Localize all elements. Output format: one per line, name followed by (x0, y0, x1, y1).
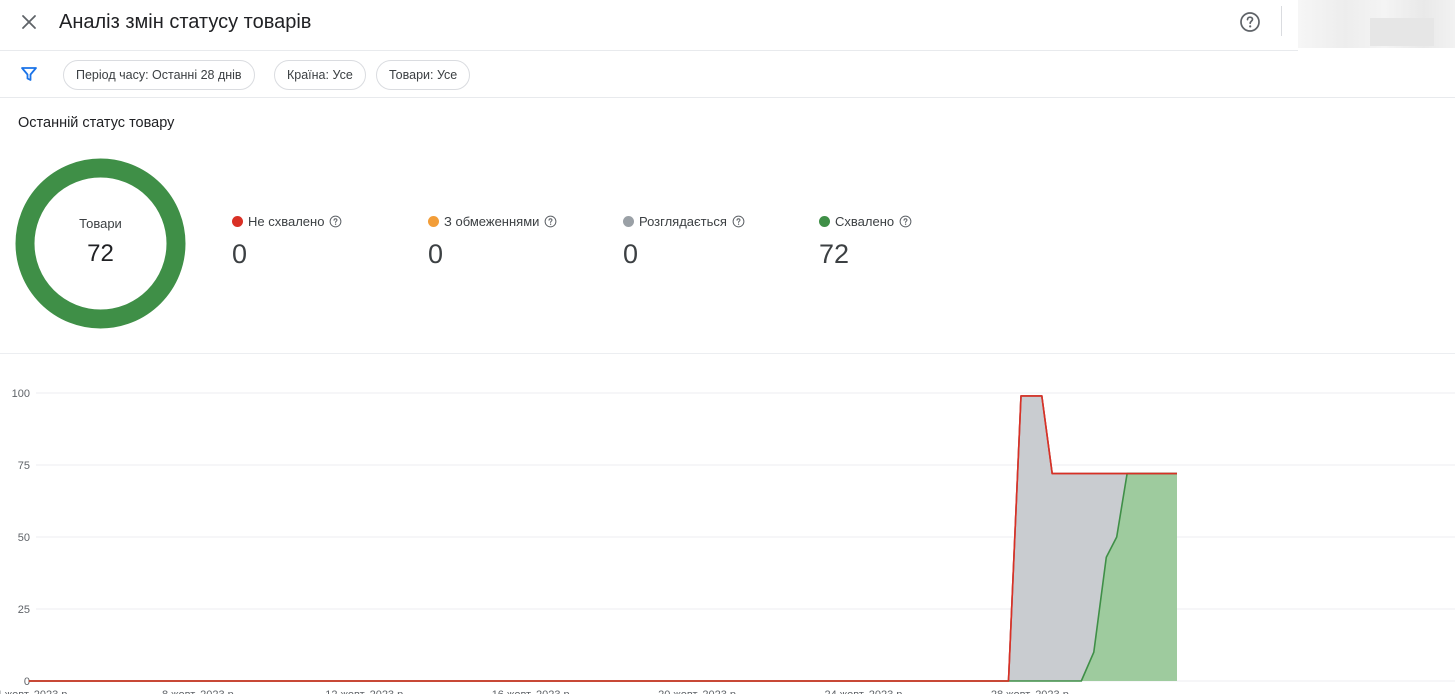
stat-pending: Розглядається 0 (623, 212, 745, 270)
y-tick-label: 100 (12, 388, 30, 400)
x-tick-label: 20 жовт. 2023 р. (658, 689, 739, 694)
help-circle-icon[interactable] (732, 215, 745, 228)
chip-time-period[interactable]: Період часу: Останні 28 днів (63, 60, 255, 90)
series-line-0 (28, 395, 1177, 682)
x-tick-label: 28 жовт. 2023 р. (991, 689, 1072, 694)
account-area-blurred-block (1370, 18, 1434, 46)
series-area-2 (28, 473, 1177, 681)
chip-products[interactable]: Товари: Усе (376, 60, 471, 90)
filter-bar: Період часу: Останні 28 днів Країна: Усе… (0, 51, 1455, 97)
status-history-chart: 0 25 50 75 100 4 жовт. 2023 р. 8 жовт. 2023 р.… (0, 388, 1455, 694)
stat-label: Розглядається (639, 213, 727, 229)
series-line-2 (28, 472, 1177, 682)
chip-country[interactable]: Країна: Усе (274, 60, 366, 90)
donut-value: 72 (87, 240, 114, 267)
header: Аналіз змін статусу товарів (0, 0, 1300, 46)
page-title: Аналіз змін статусу товарів (59, 11, 312, 33)
help-circle-icon[interactable] (899, 215, 912, 228)
stat-label: Схвалено (835, 213, 895, 229)
stat-limited: З обмеженнями 0 (428, 212, 557, 270)
stat-label: З обмеженнями (444, 213, 540, 229)
x-tick-label: 8 жовт. 2023 р. (162, 689, 237, 694)
stat-value: 0 (232, 239, 248, 269)
help-circle-icon[interactable] (329, 215, 342, 228)
stat-disapproved: Не схвалено 0 (232, 212, 342, 270)
status-dot-gray (623, 215, 634, 227)
x-tick-label: 12 жовт. 2023 р. (325, 689, 406, 694)
stat-approved: Схвалено 72 (819, 212, 912, 270)
filter-divider-line (0, 97, 1455, 98)
stat-label: Не схвалено (248, 213, 325, 229)
y-tick-label: 75 (18, 460, 30, 472)
donut-label: Товари (79, 216, 122, 231)
header-divider (1281, 6, 1282, 36)
x-tick-label: 4 жовт. 2023 р. (0, 689, 70, 694)
x-tick-label: 24 жовт. 2023 р. (824, 689, 905, 694)
series-line-top (28, 395, 1177, 682)
stat-value: 0 (623, 239, 639, 269)
status-dot-orange (428, 215, 439, 227)
y-tick-label: 25 (18, 604, 30, 616)
filter-icon[interactable] (20, 65, 38, 83)
stat-value: 72 (819, 239, 850, 269)
stat-value: 0 (428, 239, 444, 269)
y-tick-label: 0 (24, 676, 30, 688)
status-dot-red (232, 215, 243, 227)
help-circle-icon[interactable] (544, 215, 557, 228)
close-icon[interactable] (17, 10, 41, 34)
help-circle-icon[interactable] (1238, 10, 1262, 34)
section-title: Останній статус товару (18, 115, 175, 131)
y-tick-label: 50 (18, 532, 30, 544)
x-tick-label: 16 жовт. 2023 р. (492, 689, 573, 694)
status-dot-green (819, 215, 830, 227)
